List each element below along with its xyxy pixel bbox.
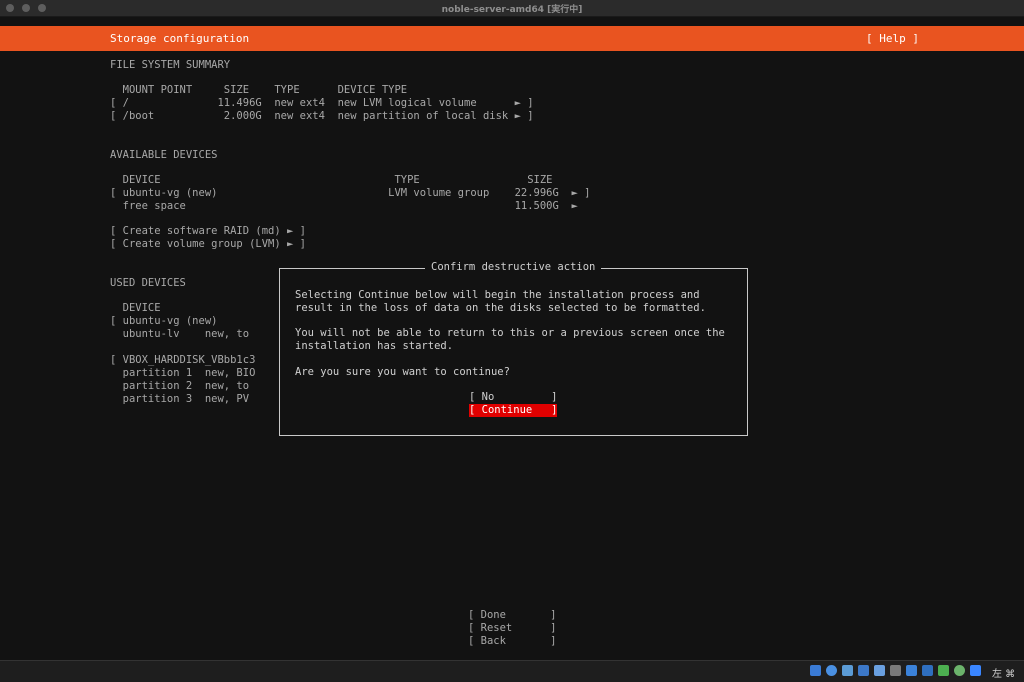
installer-header: Storage configuration [ Help ] <box>0 26 1024 51</box>
available-row-ubuntu-vg[interactable]: [ ubuntu-vg (new) LVM volume group 22.99… <box>110 187 590 200</box>
available-devices-heading: AVAILABLE DEVICES <box>110 149 218 161</box>
used-devices-heading: USED DEVICES <box>110 277 186 289</box>
page-title: Storage configuration <box>110 32 250 45</box>
video-capture-icon[interactable] <box>922 665 933 676</box>
reset-button[interactable]: [ Reset ] <box>468 622 557 635</box>
dialog-question: Are you sure you want to continue? <box>295 366 510 378</box>
available-row-free-space[interactable]: free space 11.500G ► <box>110 200 578 213</box>
display-icon[interactable] <box>906 665 917 676</box>
window-title: noble-server-amd64 [実行中] <box>441 5 583 15</box>
optical-drive-icon[interactable] <box>826 665 837 676</box>
back-button[interactable]: [ Back ] <box>468 635 557 648</box>
audio-icon[interactable] <box>842 665 853 676</box>
create-raid-button[interactable]: [ Create software RAID (md) ► ] <box>110 225 306 238</box>
shared-folder-icon[interactable] <box>890 665 901 676</box>
fs-row-boot[interactable]: [ /boot 2.000G new ext4 new partition of… <box>110 110 534 123</box>
used-row[interactable]: [ VBOX_HARDDISK_VBbb1c3 <box>110 354 255 367</box>
help-button[interactable]: [ Help ] <box>866 32 919 45</box>
dialog-title: Confirm destructive action <box>425 261 602 273</box>
dialog-body-line: Selecting Continue below will begin the … <box>295 289 700 301</box>
fs-summary-heading: FILE SYSTEM SUMMARY <box>110 59 231 71</box>
network-icon[interactable] <box>858 665 869 676</box>
used-row[interactable]: ubuntu-lv new, to <box>110 328 249 341</box>
used-row[interactable]: partition 3 new, PV <box>110 393 249 406</box>
confirm-dialog: Confirm destructive action Selecting Con… <box>279 261 748 436</box>
no-button[interactable]: [ No ] <box>469 391 558 404</box>
fs-summary-columns: MOUNT POINT SIZE TYPE DEVICE TYPE <box>110 84 408 96</box>
host-key-label: 左 ⌘ <box>992 669 1016 680</box>
used-row[interactable]: partition 2 new, to <box>110 380 249 393</box>
recording-icon[interactable] <box>954 665 965 676</box>
create-vg-button[interactable]: [ Create volume group (LVM) ► ] <box>110 238 306 251</box>
vm-status-bar: 左 ⌘ <box>0 660 1024 682</box>
usb-icon[interactable] <box>874 665 885 676</box>
dialog-body-line: installation has started. <box>295 340 454 352</box>
used-columns: DEVICE <box>110 302 161 314</box>
cpu-icon[interactable] <box>938 665 949 676</box>
used-row[interactable]: [ ubuntu-vg (new) <box>110 315 217 328</box>
vm-screen: Storage configuration [ Help ] FILE SYST… <box>0 17 1024 660</box>
continue-button[interactable]: [ Continue ] <box>469 404 558 417</box>
mouse-integration-icon[interactable] <box>970 665 981 676</box>
done-button[interactable]: [ Done ] <box>468 609 557 622</box>
used-row[interactable]: partition 1 new, BIO <box>110 367 256 380</box>
window-titlebar: noble-server-amd64 [実行中] <box>0 0 1024 17</box>
available-columns: DEVICE TYPE SIZE <box>110 174 553 186</box>
fs-row-root[interactable]: [ / 11.496G new ext4 new LVM logical vol… <box>110 97 534 110</box>
dialog-body-line: result in the loss of data on the disks … <box>295 302 706 314</box>
hard-disk-icon[interactable] <box>810 665 821 676</box>
dialog-body-line: You will not be able to return to this o… <box>295 327 725 339</box>
